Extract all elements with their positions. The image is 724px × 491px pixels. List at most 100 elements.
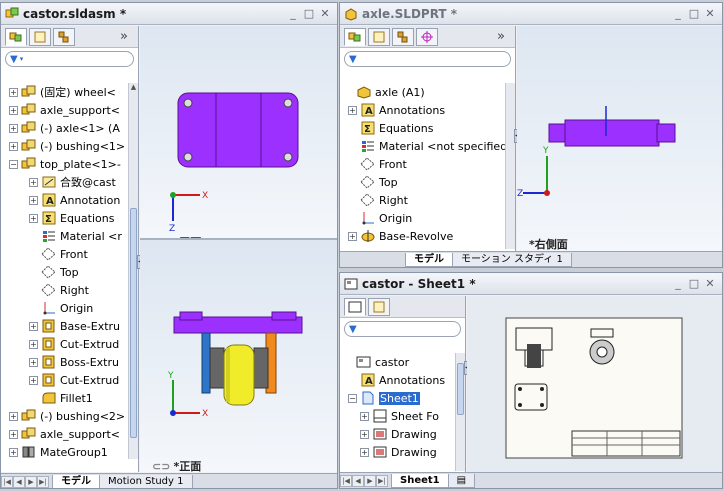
expand-toggle[interactable]: +	[29, 375, 38, 385]
scroll-thumb[interactable]	[457, 363, 464, 415]
tree-item[interactable]: + Cut-Extrud	[1, 335, 128, 353]
tree-item[interactable]: + Σ Equations	[1, 209, 128, 227]
tree-scrollbar[interactable]	[505, 83, 515, 249]
expand-toggle[interactable]: −	[9, 159, 18, 169]
property-manager-tab[interactable]	[368, 297, 390, 316]
maximize-button[interactable]: □	[686, 7, 702, 20]
expand-toggle[interactable]: +	[360, 411, 369, 421]
tree-item[interactable]: Top	[1, 263, 128, 281]
scroll-thumb[interactable]	[130, 208, 137, 438]
tree-item[interactable]: axle (A1)	[340, 83, 505, 101]
drawing-sheet-area[interactable]	[467, 296, 722, 472]
tab-sheet1[interactable]: Sheet1	[391, 473, 449, 488]
front-viewport[interactable]: Y X ⊂⊃ *正面	[140, 240, 337, 473]
top-viewport[interactable]: X Z ⊂⊃*平面	[140, 26, 337, 249]
minimize-button[interactable]: _	[670, 7, 686, 20]
expand-toggle[interactable]: +	[9, 105, 18, 115]
configuration-manager-tab[interactable]	[392, 27, 414, 46]
tree-item[interactable]: + Boss-Extru	[1, 353, 128, 371]
close-button[interactable]: ✕	[702, 277, 718, 290]
tree-item[interactable]: + axle_support<	[1, 425, 128, 443]
tree-item[interactable]: + Sheet Fo	[340, 407, 455, 425]
more-tabs-chevron[interactable]: »	[497, 29, 505, 44]
tree-item[interactable]: + axle_support<	[1, 101, 128, 119]
tree-item[interactable]: + (-) bushing<1>	[1, 137, 128, 155]
expand-toggle[interactable]: +	[348, 105, 357, 115]
tree-item[interactable]: + 合致@cast	[1, 173, 128, 191]
drawing-titlebar[interactable]: castor - Sheet1 * _ □ ✕	[340, 273, 722, 295]
expand-toggle[interactable]: +	[29, 195, 38, 205]
property-manager-tab[interactable]	[368, 27, 390, 46]
feature-manager-tab[interactable]	[344, 297, 366, 316]
tree-item[interactable]: Fillet1	[1, 389, 128, 407]
tree-item[interactable]: + Base-Revolve	[340, 227, 505, 245]
expand-toggle[interactable]: +	[9, 411, 18, 421]
expand-toggle[interactable]: +	[9, 87, 18, 97]
tree-filter[interactable]: ▼	[344, 51, 511, 67]
tree-item[interactable]: + MateGroup1	[1, 443, 128, 459]
assembly-window[interactable]: castor.sldasm * _ □ ✕ » ▼ ▾ + (固定) wheel< +…	[0, 2, 338, 489]
expand-toggle[interactable]: +	[360, 429, 369, 439]
tree-item[interactable]: + A Annotation	[1, 191, 128, 209]
tree-item[interactable]: A Annotations	[340, 371, 455, 389]
close-button[interactable]: ✕	[317, 7, 333, 20]
configuration-manager-tab[interactable]	[53, 27, 75, 46]
tree-item[interactable]: Origin	[340, 209, 505, 227]
tab-model[interactable]: モデル	[405, 252, 453, 267]
minimize-button[interactable]: _	[670, 277, 686, 290]
add-sheet-tab[interactable]: ▤	[447, 473, 476, 488]
tree-item[interactable]: + A Annotations	[340, 101, 505, 119]
tab-motion-study[interactable]: モーション スタディ 1	[452, 252, 572, 267]
expand-toggle[interactable]: +	[29, 213, 38, 223]
feature-manager-tab[interactable]	[5, 27, 27, 46]
expand-toggle[interactable]: +	[29, 177, 38, 187]
maximize-button[interactable]: □	[301, 7, 317, 20]
part-titlebar[interactable]: axle.SLDPRT * _ □ ✕	[340, 3, 722, 25]
part-window[interactable]: axle.SLDPRT * _ □ ✕ » ▼ axle (A1) + A Annot…	[339, 2, 723, 268]
tree-item[interactable]: Front	[1, 245, 128, 263]
tree-item[interactable]: Right	[1, 281, 128, 299]
tree-item[interactable]: Top	[340, 173, 505, 191]
minimize-button[interactable]: _	[285, 7, 301, 20]
expand-toggle[interactable]: +	[9, 141, 18, 151]
expand-toggle[interactable]: +	[29, 321, 38, 331]
expand-toggle[interactable]: +	[348, 231, 357, 241]
more-tabs-chevron[interactable]: »	[120, 29, 128, 44]
tree-filter[interactable]: ▼	[344, 321, 461, 337]
tab-motion-study[interactable]: Motion Study 1	[99, 474, 193, 488]
tab-model[interactable]: モデル	[52, 474, 100, 488]
tree-item[interactable]: + Drawing	[340, 443, 455, 461]
close-button[interactable]: ✕	[702, 7, 718, 20]
tree-item[interactable]: + Base-Extru	[1, 317, 128, 335]
tree-item[interactable]: + (固定) wheel<	[1, 83, 128, 101]
tree-item[interactable]: + Drawing	[340, 425, 455, 443]
expand-toggle[interactable]: −	[348, 393, 357, 403]
tree-item[interactable]: Right	[340, 191, 505, 209]
dimxpert-tab[interactable]	[416, 27, 438, 46]
tree-item[interactable]: + (-) axle<1> (A	[1, 119, 128, 137]
expand-toggle[interactable]: +	[29, 357, 38, 367]
tree-item[interactable]: castor	[340, 353, 455, 371]
tree-item[interactable]: Origin	[1, 299, 128, 317]
tree-item[interactable]: + Cut-Extrud	[1, 371, 128, 389]
scroll-up-arrow[interactable]: ▲	[129, 83, 138, 93]
tree-item[interactable]: − Sheet1	[340, 389, 455, 407]
feature-manager-tab[interactable]	[344, 27, 366, 46]
tree-item[interactable]: Material <not specified>	[340, 137, 505, 155]
expand-toggle[interactable]: +	[360, 447, 369, 457]
tree-scrollbar[interactable]: ▲	[128, 83, 138, 459]
assembly-titlebar[interactable]: castor.sldasm * _ □ ✕	[1, 3, 337, 25]
drawing-window[interactable]: castor - Sheet1 * _ □ ✕ ▼ castor A Annotat…	[339, 272, 723, 489]
expand-toggle[interactable]: +	[9, 429, 18, 439]
expand-toggle[interactable]: +	[29, 339, 38, 349]
tree-item[interactable]: + (-) bushing<2>	[1, 407, 128, 425]
tree-item[interactable]: Σ Equations	[340, 119, 505, 137]
property-manager-tab[interactable]	[29, 27, 51, 46]
tab-scroll-arrows[interactable]: |◀ ◀ ▶ ▶|	[1, 475, 49, 488]
tree-item[interactable]: − top_plate<1>-	[1, 155, 128, 173]
expand-toggle[interactable]: +	[9, 447, 18, 457]
maximize-button[interactable]: □	[686, 277, 702, 290]
tree-item[interactable]: Front	[340, 155, 505, 173]
right-viewport[interactable]: Y Z *右側面	[517, 26, 722, 251]
tab-scroll-arrows[interactable]: |◀ ◀ ▶ ▶|	[340, 474, 388, 487]
